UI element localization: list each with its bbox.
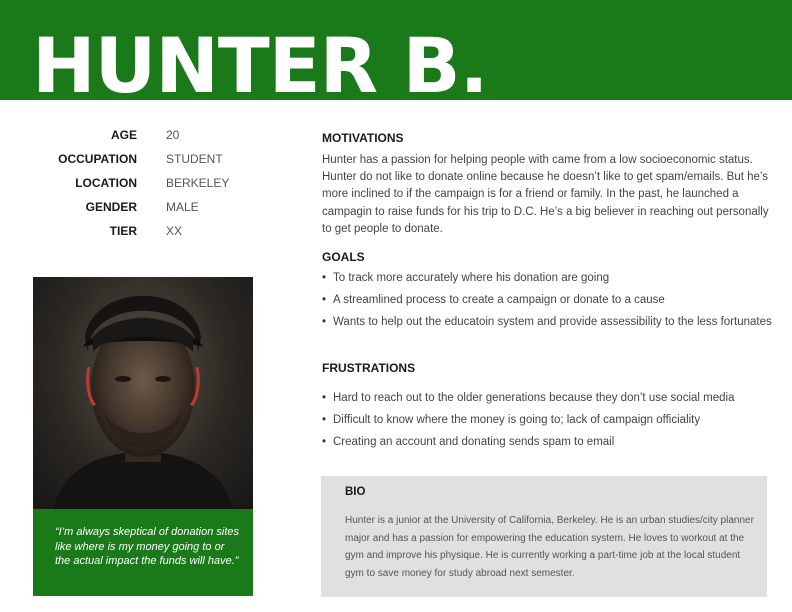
portrait-illustration bbox=[53, 295, 233, 509]
fact-age: AGE 20 bbox=[0, 128, 300, 148]
header-banner: HUNTER B. bbox=[0, 0, 792, 104]
fact-tier: TIER XX bbox=[0, 224, 300, 244]
fact-label: GENDER bbox=[85, 200, 137, 214]
motivations-title: MOTIVATIONS bbox=[322, 131, 404, 145]
goals-list: To track more accurately where his donat… bbox=[322, 267, 782, 333]
bio-title: BIO bbox=[345, 486, 366, 498]
frustrations-title: FRUSTRATIONS bbox=[322, 361, 416, 375]
fact-value: STUDENT bbox=[166, 152, 223, 166]
list-item: Wants to help out the educatoin system a… bbox=[322, 311, 782, 333]
fact-value: XX bbox=[166, 224, 183, 238]
fact-label: AGE bbox=[110, 128, 137, 142]
bio-text: Hunter is a junior at the University of … bbox=[345, 515, 754, 579]
fact-label: TIER bbox=[109, 224, 137, 238]
persona-quote: “I’m always skeptical of donation sites … bbox=[33, 509, 253, 596]
motivations-text: Hunter has a passion for helping people … bbox=[322, 154, 769, 235]
persona-photo bbox=[33, 277, 253, 509]
list-item: A streamlined process to create a campai… bbox=[322, 289, 782, 311]
fact-location: LOCATION BERKELEY bbox=[0, 176, 300, 196]
fact-value: MALE bbox=[166, 200, 199, 214]
fact-gender: GENDER MALE bbox=[0, 200, 300, 220]
fact-occupation: OCCUPATION STUDENT bbox=[0, 152, 300, 172]
list-item: Hard to reach out to the older generatio… bbox=[322, 387, 782, 409]
quote-text: “I’m always skeptical of donation sites … bbox=[55, 526, 240, 567]
fact-label: OCCUPATION bbox=[58, 152, 137, 166]
fact-value: 20 bbox=[166, 128, 180, 142]
bio-panel: BIO Hunter is a junior at the University… bbox=[321, 476, 767, 597]
list-item: To track more accurately where his donat… bbox=[322, 267, 782, 289]
fact-value: BERKELEY bbox=[166, 176, 230, 190]
persona-name: HUNTER B. bbox=[32, 21, 488, 110]
frustrations-list: Hard to reach out to the older generatio… bbox=[322, 387, 782, 453]
goals-title: GOALS bbox=[322, 250, 365, 264]
list-item: Creating an account and donating sends s… bbox=[322, 431, 782, 453]
fact-label: LOCATION bbox=[75, 176, 137, 190]
list-item: Difficult to know where the money is goi… bbox=[322, 409, 782, 431]
